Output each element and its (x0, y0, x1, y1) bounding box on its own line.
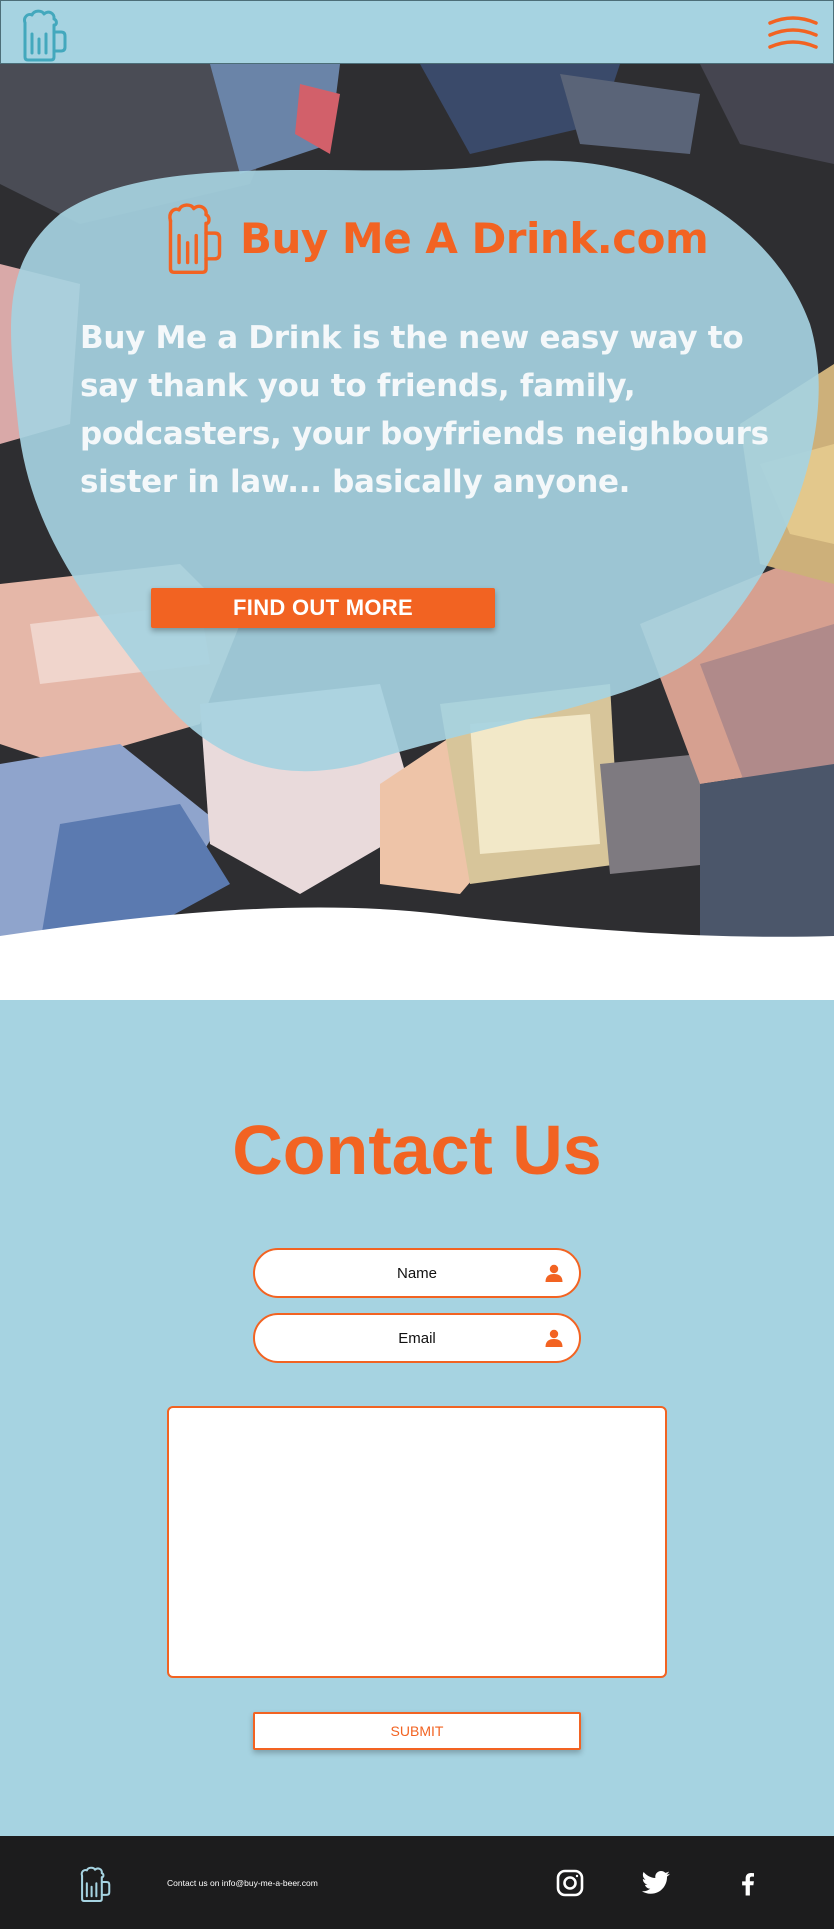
instagram-link[interactable] (555, 1868, 585, 1898)
instagram-icon (556, 1869, 584, 1897)
message-textarea[interactable] (167, 1406, 667, 1678)
footer: Contact us on info@buy-me-a-beer.com (0, 1836, 834, 1929)
twitter-link[interactable] (641, 1868, 671, 1898)
hero-title-row: Buy Me A Drink.com (164, 198, 709, 278)
hero-section: Buy Me A Drink.com Buy Me a Drink is the… (0, 64, 834, 944)
hamburger-menu-icon (768, 16, 818, 49)
footer-contact-text: Contact us on info@buy-me-a-beer.com (167, 1878, 318, 1888)
name-field-wrapper (253, 1248, 581, 1298)
contact-title: Contact Us (232, 1111, 602, 1189)
hamburger-menu-button[interactable] (767, 15, 819, 51)
beer-mug-icon[interactable] (19, 7, 69, 63)
person-icon (545, 1329, 563, 1347)
beer-mug-icon (168, 203, 222, 275)
person-icon (545, 1264, 563, 1282)
facebook-link[interactable] (733, 1868, 763, 1898)
navbar (0, 0, 834, 64)
email-field-wrapper (253, 1313, 581, 1363)
beer-mug-icon (80, 1866, 111, 1903)
submit-button[interactable]: SUBMIT (253, 1712, 581, 1750)
hero-description: Buy Me a Drink is the new easy way to sa… (80, 320, 769, 500)
twitter-icon (641, 1871, 670, 1894)
contact-section: Contact Us SUBMIT (0, 1000, 834, 1836)
find-out-more-button[interactable]: FIND OUT MORE (151, 588, 495, 628)
name-input[interactable] (255, 1250, 579, 1296)
email-input[interactable] (255, 1315, 579, 1361)
hero-title: Buy Me A Drink.com (240, 213, 709, 263)
facebook-icon (742, 1873, 754, 1896)
